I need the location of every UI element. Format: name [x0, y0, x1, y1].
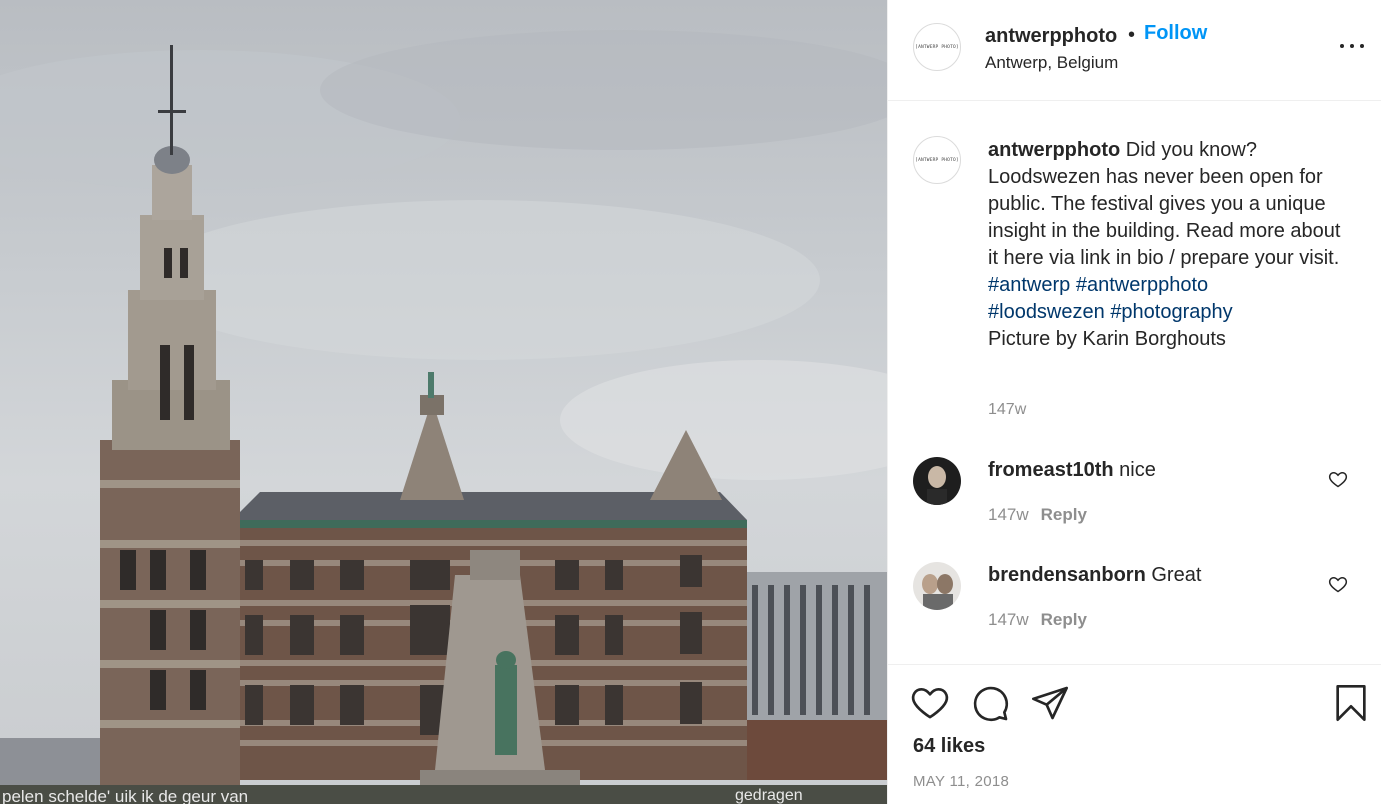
caption-text: antwerpphoto Did you know? Loodswezen ha… — [988, 137, 1353, 353]
bookmark-icon[interactable] — [1331, 683, 1371, 723]
header-username[interactable]: antwerpphoto — [985, 25, 1117, 48]
comment-time[interactable]: 147w — [988, 505, 1029, 524]
separator-dot: • — [1128, 24, 1136, 46]
avatar-logo-text: [ANTWERP PHOTO] — [915, 44, 959, 50]
avatar[interactable]: [ANTWERP PHOTO] — [913, 23, 961, 71]
comment-username[interactable]: brendensanborn — [988, 564, 1146, 586]
heart-outline-icon[interactable] — [1328, 469, 1348, 489]
avatar-logo-text: [ANTWERP PHOTO] — [915, 157, 959, 163]
reply-button[interactable]: Reply — [1041, 610, 1087, 629]
photo-banner-text: pelen schelde' uik ik de geur van — [2, 787, 248, 804]
comment-text: brendensanborn Great — [988, 564, 1201, 587]
post-actions: 64 likes MAY 11, 2018 — [888, 664, 1381, 804]
post-side-panel: [ANTWERP PHOTO] antwerpphoto • Follow An… — [887, 0, 1381, 804]
caption-credit: Picture by Karin Borghouts — [988, 328, 1226, 350]
comment-body: Great — [1151, 564, 1202, 586]
share-icon[interactable] — [1030, 683, 1070, 723]
comment-icon[interactable] — [970, 683, 1010, 723]
comment-meta: 147w Reply — [988, 610, 1087, 630]
comment-username[interactable]: fromeast10th — [988, 459, 1114, 481]
post-date[interactable]: MAY 11, 2018 — [913, 773, 1009, 790]
comment-text: fromeast10th nice — [988, 459, 1156, 482]
hashtag[interactable]: #antwerp — [988, 274, 1070, 296]
post-header: [ANTWERP PHOTO] antwerpphoto • Follow An… — [888, 0, 1381, 101]
hashtag[interactable]: #antwerpphoto — [1076, 274, 1208, 296]
comment-body: nice — [1119, 459, 1156, 481]
location-link[interactable]: Antwerp, Belgium — [985, 53, 1118, 73]
follow-button[interactable]: Follow — [1144, 22, 1207, 45]
reply-button[interactable]: Reply — [1041, 505, 1087, 524]
likes-count[interactable]: 64 likes — [913, 735, 985, 758]
comment-time[interactable]: 147w — [988, 610, 1029, 629]
caption-time[interactable]: 147w — [988, 401, 1026, 419]
building-photo-illustration: pelen schelde' uik ik de geur van gedrag… — [0, 30, 887, 804]
heart-outline-icon[interactable] — [910, 683, 950, 723]
heart-outline-icon[interactable] — [1328, 574, 1348, 594]
avatar[interactable] — [913, 562, 961, 610]
caption-username[interactable]: antwerpphoto — [988, 139, 1120, 161]
hashtag[interactable]: #photography — [1110, 301, 1232, 323]
hashtag[interactable]: #loodswezen — [988, 301, 1105, 323]
avatar[interactable] — [913, 457, 961, 505]
post-photo[interactable]: pelen schelde' uik ik de geur van gedrag… — [0, 0, 887, 804]
photo-banner-text-right: gedragen — [735, 787, 803, 804]
more-horizontal-icon[interactable] — [1340, 34, 1364, 58]
comment-meta: 147w Reply — [988, 505, 1087, 525]
comment-item: brendensanborn Great 147w Reply — [888, 562, 1381, 642]
comment-item: fromeast10th nice 147w Reply — [888, 457, 1381, 537]
avatar[interactable]: [ANTWERP PHOTO] — [913, 136, 961, 184]
